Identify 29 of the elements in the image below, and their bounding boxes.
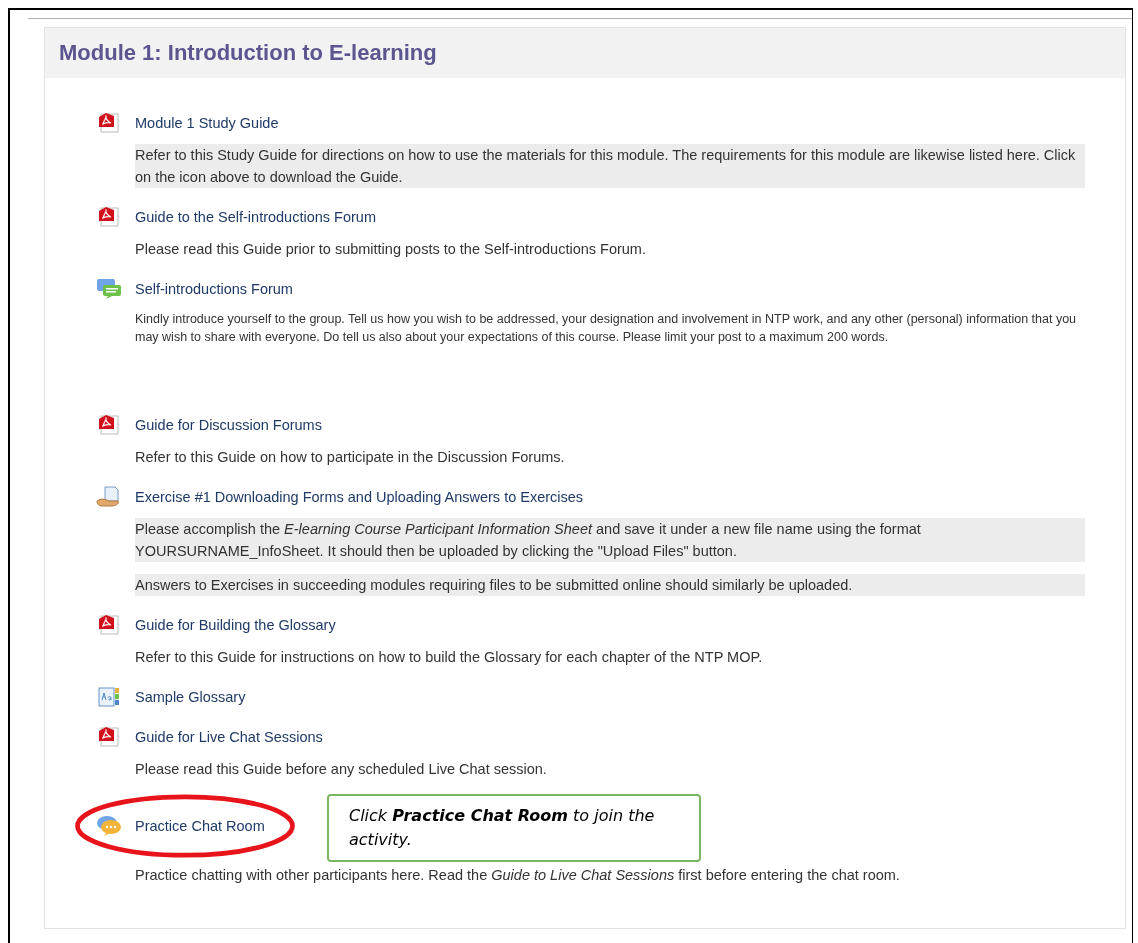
activity-description: Answers to Exercises in succeeding modules requiring files to be submitted online should similarly be uploaded.: [135, 574, 1085, 596]
chat-icon: [96, 815, 122, 837]
section-title: Module 1: Introduction to E-learning: [59, 40, 438, 66]
activity-link[interactable]: Guide for Building the Glossary: [135, 617, 336, 633]
activity-link[interactable]: Self-introductions Forum: [135, 281, 293, 297]
glossary-icon: [98, 686, 120, 708]
pdf-icon: [98, 112, 120, 134]
pdf-icon: [98, 614, 120, 636]
pdf-icon: [98, 206, 120, 228]
activity-description: Kindly introduce yourself to the group. Tell us how you wish to be addressed, your designation and involvement in NTP work, and any other (personal) information that you may wish to share with everyone. Do tell us also about your expectations of this course. Please limit your post to a maximum 200 words.: [135, 311, 1078, 346]
pdf-icon: [98, 726, 120, 748]
activity-link[interactable]: Practice Chat Room: [135, 818, 265, 834]
activity-description: Please read this Guide prior to submitting posts to the Self-introductions Forum.: [135, 240, 647, 259]
activity-link[interactable]: Guide for Live Chat Sessions: [135, 729, 323, 745]
forum-icon: [96, 278, 122, 300]
activity-description: Refer to this Study Guide for directions on how to use the materials for this module. The requirements for this module are likewise listed here. Click on the icon above to download the Guide.: [135, 144, 1085, 188]
activity-link[interactable]: Exercise #1 Downloading Forms and Uploading Answers to Exercises: [135, 489, 584, 505]
callout-note: Click Practice Chat Room to join the activity.: [327, 794, 701, 862]
activity-description: Please read this Guide before any scheduled Live Chat session.: [135, 760, 548, 779]
activity-link[interactable]: Guide to the Self-introductions Forum: [135, 209, 376, 225]
activity-link[interactable]: Module 1 Study Guide: [135, 115, 279, 131]
hand-document-icon: [96, 486, 122, 508]
activity-description: Refer to this Guide for instructions on how to build the Glossary for each chapter of the NTP MOP.: [135, 648, 764, 667]
activity-description: Refer to this Guide on how to participate in the Discussion Forums.: [135, 448, 566, 467]
activity-link[interactable]: Sample Glossary: [135, 689, 246, 705]
activity-description: Practice chatting with other participants here. Read the Guide to Live Chat Sessions first before entering the chat room.: [135, 866, 901, 885]
activity-link[interactable]: Guide for Discussion Forums: [135, 417, 322, 433]
activity-description: Please accomplish the E-learning Course Participant Information Sheet and save it under a new file name using the format YOURSURNAME_InfoSheet. It should then be uploaded by clicking the "Upload Files" button.: [135, 518, 1085, 562]
pdf-icon: [98, 414, 120, 436]
